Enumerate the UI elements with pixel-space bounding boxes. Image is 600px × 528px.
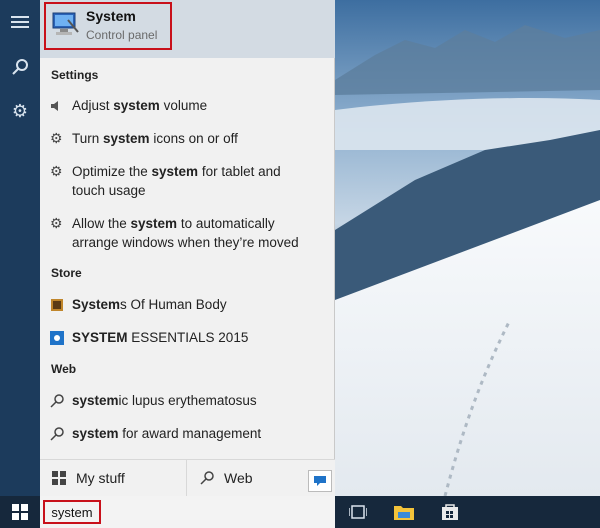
top-result-system[interactable]: System Control panel <box>40 0 335 58</box>
gear-icon: ⚙ <box>50 215 63 231</box>
store-item-human-body[interactable]: Systems Of Human Body <box>50 295 330 314</box>
search-scope-bar: My stuff Web <box>40 459 335 496</box>
store-heading: Store <box>51 266 82 280</box>
top-result-subtitle: Control panel <box>86 28 158 42</box>
speaker-icon <box>50 96 72 115</box>
feedback-icon[interactable] <box>308 470 332 492</box>
windows-logo-icon <box>52 471 66 485</box>
web-heading: Web <box>51 362 77 376</box>
top-result-title: System <box>86 8 136 24</box>
settings-heading: Settings <box>51 68 99 82</box>
my-stuff-label: My stuff <box>76 470 125 486</box>
gear-icon: ⚙ <box>50 130 63 146</box>
file-explorer-icon[interactable] <box>384 496 424 528</box>
search-results-panel: System Control panel Settings Adjust sys… <box>40 0 335 496</box>
settings-item-tablet[interactable]: ⚙ Optimize the system for tablet and tou… <box>50 162 330 200</box>
search-icon[interactable] <box>0 47 40 87</box>
web-label: Web <box>224 470 253 486</box>
search-icon <box>50 424 72 443</box>
start-button[interactable] <box>0 496 40 528</box>
search-icon <box>200 471 214 485</box>
gear-icon: ⚙ <box>50 163 63 179</box>
system-control-panel-icon <box>50 10 80 38</box>
taskbar: system <box>0 496 600 528</box>
task-view-icon[interactable] <box>338 496 378 528</box>
app-icon <box>50 328 72 347</box>
start-left-rail: ⚙ <box>0 0 40 496</box>
store-item-essentials[interactable]: SYSTEM ESSENTIALS 2015 <box>50 328 330 347</box>
settings-item-arrange[interactable]: ⚙ Allow the system to automatically arra… <box>50 214 330 252</box>
web-item-award[interactable]: system for award management <box>50 424 330 443</box>
web-item-lupus[interactable]: systemic lupus erythematosus <box>50 391 330 410</box>
wallpaper-mountain <box>335 0 600 496</box>
search-icon <box>50 391 72 410</box>
store-icon[interactable] <box>430 496 470 528</box>
taskbar-search-box[interactable]: system <box>40 496 335 528</box>
hamburger-menu-icon[interactable] <box>0 2 40 42</box>
search-query-text[interactable]: system <box>43 500 101 524</box>
settings-gear-icon[interactable]: ⚙ <box>0 91 40 131</box>
book-icon <box>50 295 72 314</box>
my-stuff-button[interactable]: My stuff <box>40 460 187 496</box>
settings-item-volume[interactable]: Adjust system volume <box>50 96 330 115</box>
settings-item-icons[interactable]: ⚙ Turn system icons on or off <box>50 129 330 148</box>
windows-logo-icon <box>12 504 28 520</box>
